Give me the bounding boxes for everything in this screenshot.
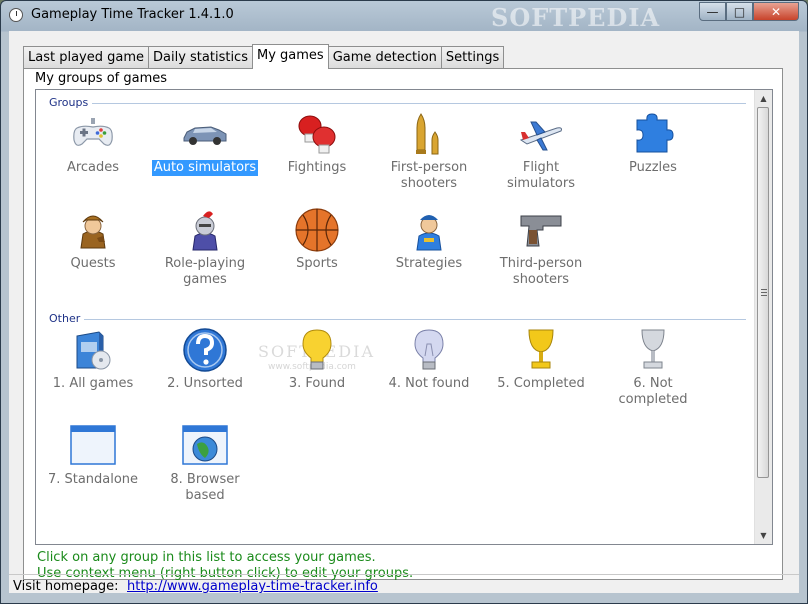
group-item-auto-simulators[interactable]: Auto simulators: [149, 110, 261, 176]
lightbulb-off-icon: [405, 326, 453, 374]
gold-cup-icon: [517, 326, 565, 374]
other-label: 8. Browser based: [170, 472, 240, 503]
group-label: Third-person shooters: [499, 256, 583, 287]
status-bar: Visit homepage: http://www.gameplay-time…: [9, 574, 799, 599]
group-label: Arcades: [66, 160, 120, 175]
lightbulb-on-icon: [293, 326, 341, 374]
homepage-label: Visit homepage:: [13, 579, 119, 594]
other-label: 2. Unsorted: [167, 376, 243, 391]
other-label: 4. Not found: [388, 376, 470, 391]
group-item-sports[interactable]: Sports: [261, 206, 373, 272]
other-item-all-games[interactable]: 1. All games: [37, 326, 149, 392]
group-label: First-person shooters: [390, 160, 468, 191]
other-item-not-completed[interactable]: 6. Not completed: [597, 326, 709, 408]
other-item-found[interactable]: 3. Found: [261, 326, 373, 392]
app-window: Gameplay Time Tracker 1.4.1.0 SOFTPEDIA …: [0, 0, 808, 604]
group-label: Strategies: [395, 256, 463, 271]
window-title: Gameplay Time Tracker 1.4.1.0: [31, 7, 234, 22]
other-label: 6. Not completed: [618, 376, 688, 407]
listview-scrollbar[interactable]: ▲ ▼: [754, 90, 772, 544]
tab-game-detection[interactable]: Game detection: [327, 46, 442, 68]
hint-click: Click on any group in this list to acces…: [37, 550, 376, 565]
window-icon: [69, 422, 117, 470]
software-box-icon: [69, 326, 117, 374]
group-item-arcades[interactable]: Arcades: [37, 110, 149, 176]
browser-globe-icon: [181, 422, 229, 470]
group-item-strategies[interactable]: Strategies: [373, 206, 485, 272]
homepage-link[interactable]: http://www.gameplay-time-tracker.info: [127, 579, 378, 594]
section-divider: [84, 319, 746, 320]
section-header-groups: Groups: [49, 96, 89, 109]
group-label: Fightings: [287, 160, 347, 175]
detective-icon: [69, 206, 117, 254]
other-item-not-found[interactable]: 4. Not found: [373, 326, 485, 392]
other-item-completed[interactable]: 5. Completed: [485, 326, 597, 392]
gamepad-icon: [69, 110, 117, 158]
group-label: Quests: [70, 256, 116, 271]
other-label: 5. Completed: [497, 376, 585, 391]
puzzle-piece-icon: [629, 110, 677, 158]
tab-settings[interactable]: Settings: [440, 46, 505, 68]
other-item-browser-based[interactable]: 8. Browser based: [149, 422, 261, 504]
tab-strip: Last played game Daily statistics My gam…: [23, 44, 505, 69]
title-watermark: SOFTPEDIA: [491, 3, 661, 32]
group-item-fightings[interactable]: Fightings: [261, 110, 373, 176]
tab-daily-statistics[interactable]: Daily statistics: [148, 46, 253, 68]
minimize-button[interactable]: —: [699, 2, 726, 21]
scroll-down-arrow-icon[interactable]: ▼: [755, 527, 772, 544]
other-label: 7. Standalone: [47, 472, 139, 487]
close-button[interactable]: ✕: [753, 2, 799, 21]
group-item-third-person-shooters[interactable]: Third-person shooters: [485, 206, 597, 288]
groups-listview[interactable]: Groups Arcades Auto simulators Fightings…: [35, 89, 773, 545]
bullet-icon: [405, 110, 453, 158]
question-icon: [181, 326, 229, 374]
other-item-standalone[interactable]: 7. Standalone: [37, 422, 149, 488]
scrollbar-thumb[interactable]: [757, 107, 769, 478]
commander-icon: [405, 206, 453, 254]
group-label: Sports: [296, 256, 338, 271]
car-icon: [181, 110, 229, 158]
group-label: Puzzles: [629, 160, 677, 175]
stopwatch-icon: [9, 8, 23, 22]
other-label: 1. All games: [52, 376, 134, 391]
group-item-role-playing-games[interactable]: Role-playing games: [149, 206, 261, 288]
groupbox-title: My groups of games: [35, 71, 168, 86]
section-divider: [92, 103, 746, 104]
other-label: 3. Found: [288, 376, 346, 391]
knight-icon: [181, 206, 229, 254]
group-item-first-person-shooters[interactable]: First-person shooters: [373, 110, 485, 192]
group-label: Flight simulators: [506, 160, 576, 191]
tab-last-played-game[interactable]: Last played game: [23, 46, 149, 68]
scrollbar-grip: [761, 289, 767, 296]
silver-cup-icon: [629, 326, 677, 374]
pistol-icon: [517, 206, 565, 254]
tab-my-games[interactable]: My games: [251, 44, 329, 69]
group-label: Auto simulators: [151, 160, 259, 176]
group-label: Role-playing games: [164, 256, 246, 287]
other-item-unsorted[interactable]: 2. Unsorted: [149, 326, 261, 392]
airplane-icon: [517, 110, 565, 158]
title-bar[interactable]: Gameplay Time Tracker 1.4.1.0 SOFTPEDIA …: [1, 1, 807, 32]
my-games-panel: My groups of games Groups Arcades Auto s…: [23, 68, 783, 581]
client-area: Last played game Daily statistics My gam…: [9, 31, 799, 594]
basketball-icon: [293, 206, 341, 254]
section-header-other: Other: [49, 312, 81, 325]
group-item-puzzles[interactable]: Puzzles: [597, 110, 709, 176]
scroll-up-arrow-icon[interactable]: ▲: [755, 90, 772, 107]
group-item-quests[interactable]: Quests: [37, 206, 149, 272]
group-item-flight-simulators[interactable]: Flight simulators: [485, 110, 597, 192]
maximize-button[interactable]: □: [726, 2, 753, 21]
boxing-gloves-icon: [293, 110, 341, 158]
